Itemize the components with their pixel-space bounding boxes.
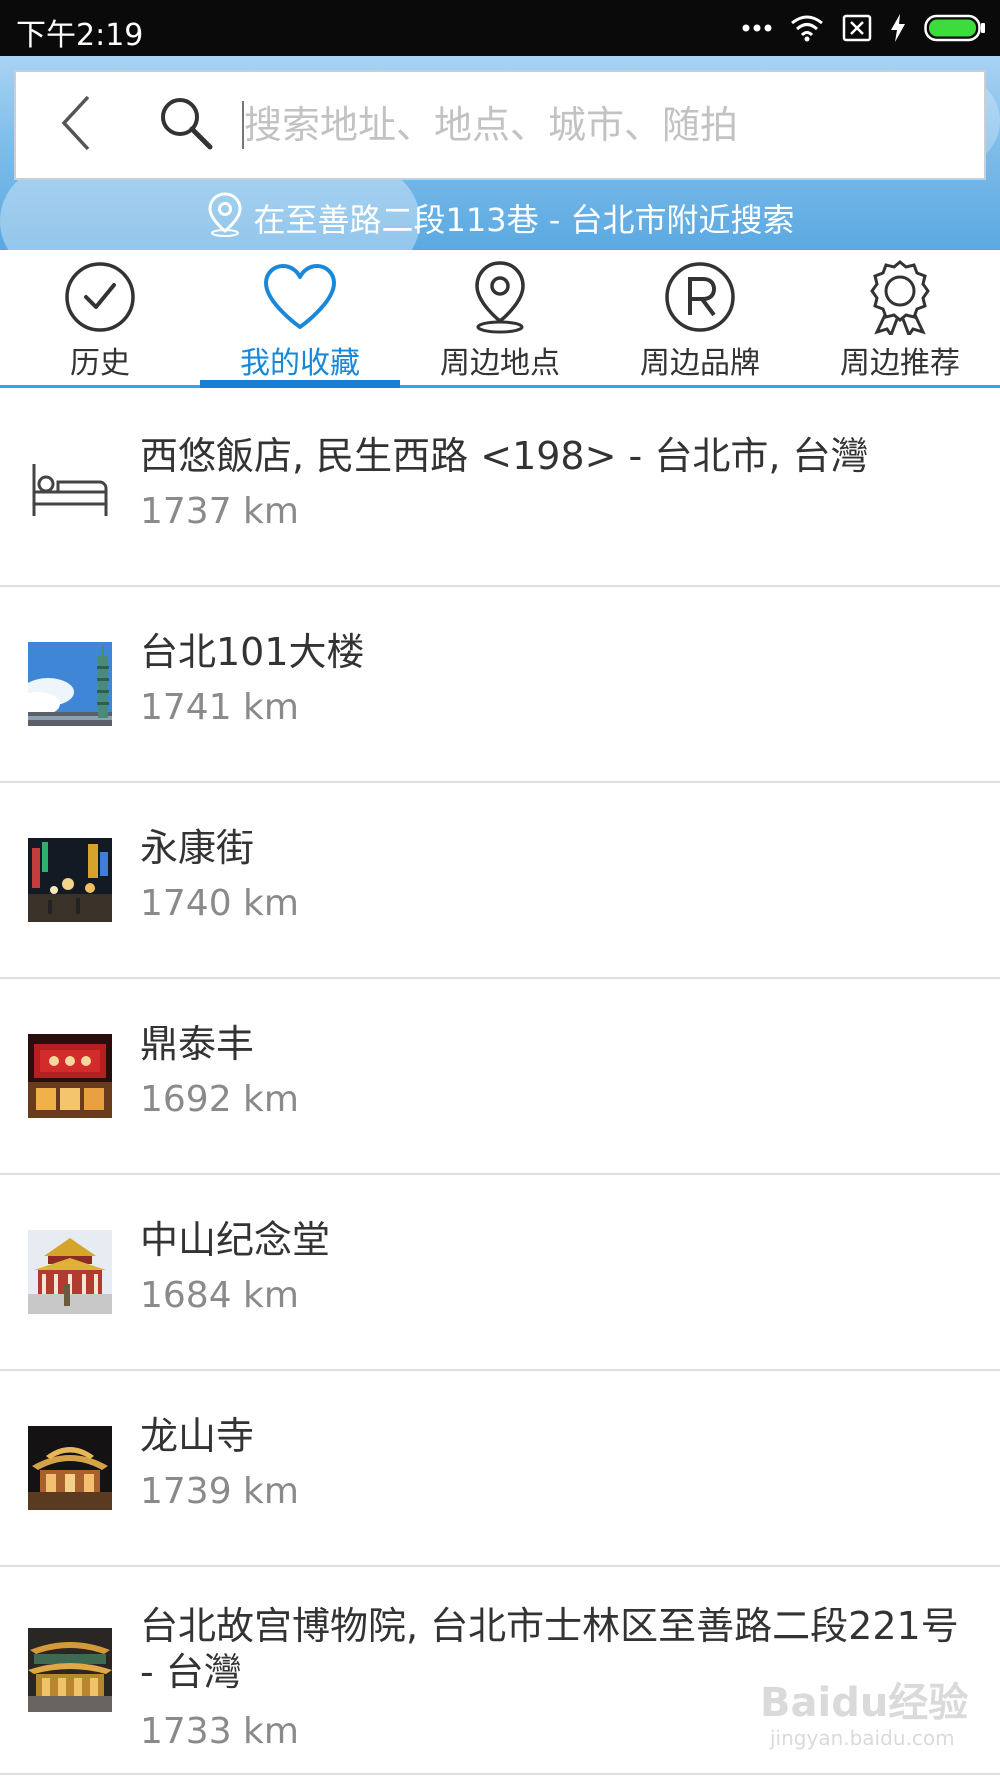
no-sim-icon: [842, 14, 872, 42]
din-tai-fung-photo: [28, 1034, 112, 1118]
tab-nearby-recommend[interactable]: 周边推荐: [800, 250, 1000, 385]
tab-nearby-brands[interactable]: 周边品牌: [600, 250, 800, 385]
search-icon: [157, 94, 215, 156]
status-time: 下午2:19: [16, 18, 144, 53]
list-item[interactable]: 鼎泰丰 1692 km: [0, 979, 1000, 1175]
hotel-bed-icon: [28, 446, 112, 530]
list-item[interactable]: 台北101大楼 1741 km: [0, 587, 1000, 783]
list-item[interactable]: 龙山寺 1739 km: [0, 1371, 1000, 1567]
place-title: 鼎泰丰: [140, 1022, 255, 1066]
chevron-left-icon: [56, 93, 96, 157]
tab-label: 周边地点: [440, 346, 560, 381]
watermark-logo: Baidu经验: [760, 1680, 969, 1726]
back-button[interactable]: [16, 72, 136, 178]
place-distance: 1684 km: [140, 1275, 299, 1316]
tab-history[interactable]: 历史: [0, 250, 200, 385]
more-dots-icon: [742, 23, 772, 33]
location-pin-icon: [468, 258, 532, 336]
longshan-temple-photo: [28, 1426, 112, 1510]
place-title: 龙山寺: [140, 1414, 255, 1458]
place-distance: 1733 km: [140, 1711, 299, 1752]
search-box: [14, 70, 986, 180]
charging-bolt-icon: [890, 14, 906, 42]
list-item[interactable]: 中山纪念堂 1684 km: [0, 1175, 1000, 1371]
status-icons: [742, 10, 986, 46]
nearby-search-text: 在至善路二段113巷 - 台北市附近搜索: [253, 201, 795, 239]
search-button[interactable]: [136, 72, 236, 178]
wifi-icon: [790, 14, 824, 42]
nearby-search-link[interactable]: 在至善路二段113巷 - 台北市附近搜索: [0, 190, 1000, 246]
list-item[interactable]: 永康街 1740 km: [0, 783, 1000, 979]
taipei-101-photo: [28, 642, 112, 726]
sun-yat-sen-memorial-photo: [28, 1230, 112, 1314]
search-input[interactable]: [244, 72, 984, 178]
tab-label: 周边推荐: [840, 346, 960, 381]
place-title: 永康街: [140, 826, 255, 870]
place-title: 台北101大楼: [140, 630, 365, 674]
tab-nearby-places[interactable]: 周边地点: [400, 250, 600, 385]
place-title: 西悠飯店, 民生西路 <198> - 台北市, 台灣: [140, 434, 869, 478]
location-pin-icon: [206, 191, 244, 245]
category-tabs: 历史 我的收藏 周边地点 周边品牌 周边推荐: [0, 250, 1000, 388]
award-ribbon-icon: [867, 258, 933, 336]
palace-museum-photo: [28, 1628, 112, 1712]
tab-label: 我的收藏: [240, 346, 360, 381]
favorites-list: 西悠飯店, 民生西路 <198> - 台北市, 台灣 1737 km 台北101…: [0, 391, 1000, 1775]
status-bar: 下午2:19: [0, 0, 1000, 56]
app-screen: 下午2:19 搜索地址、地点、城市、随拍 在至善路二段113巷 - 台北市附近搜…: [0, 0, 1000, 1778]
registered-icon: [664, 258, 736, 336]
list-item[interactable]: 西悠飯店, 民生西路 <198> - 台北市, 台灣 1737 km: [0, 391, 1000, 587]
watermark-url: jingyan.baidu.com: [770, 1726, 955, 1750]
yongkang-street-photo: [28, 838, 112, 922]
clock-icon: [64, 258, 136, 336]
battery-icon: [924, 14, 986, 42]
heart-icon: [262, 258, 338, 336]
place-distance: 1737 km: [140, 491, 299, 532]
place-distance: 1740 km: [140, 883, 299, 924]
place-distance: 1741 km: [140, 687, 299, 728]
tab-label: 周边品牌: [640, 346, 760, 381]
place-title: 中山纪念堂: [140, 1218, 331, 1262]
place-distance: 1739 km: [140, 1471, 299, 1512]
search-header: 在至善路二段113巷 - 台北市附近搜索: [0, 56, 1000, 250]
tab-favorites[interactable]: 我的收藏: [200, 250, 400, 388]
tab-label: 历史: [70, 346, 130, 381]
place-distance: 1692 km: [140, 1079, 299, 1120]
